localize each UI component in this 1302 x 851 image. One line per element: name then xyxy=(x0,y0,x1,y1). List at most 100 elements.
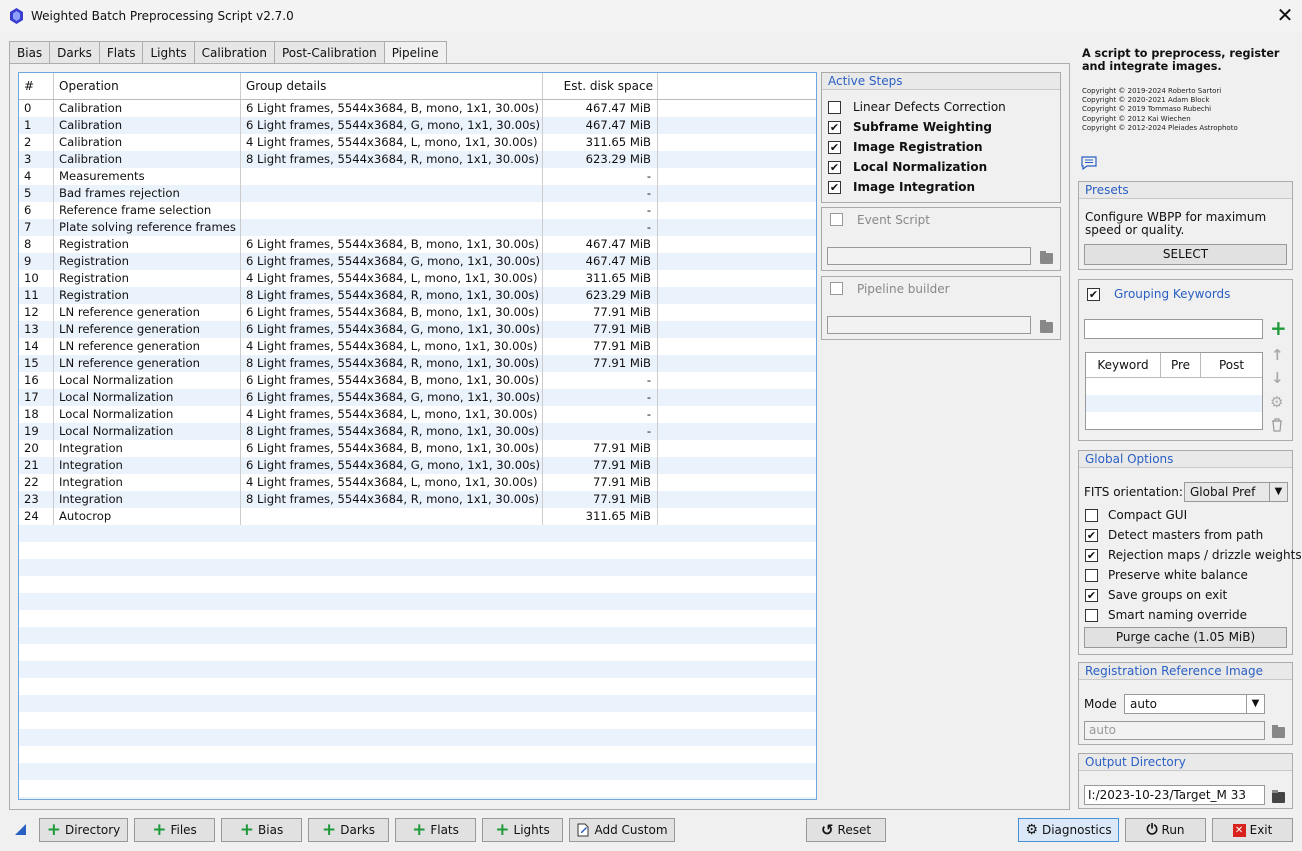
purge-cache-button[interactable]: Purge cache (1.05 MiB) xyxy=(1084,627,1287,648)
step-checkbox[interactable] xyxy=(828,160,841,174)
option-rejection-maps-drizzle-weights[interactable]: Rejection maps / drizzle weights xyxy=(1085,545,1302,565)
pre-col-header[interactable]: Pre xyxy=(1161,353,1201,377)
table-row[interactable]: 3 Calibration 8 Light frames, 5544x3684, R… xyxy=(19,151,816,168)
add-directory-button[interactable]: + Directory xyxy=(39,818,128,842)
run-button[interactable]: ⏻ Run xyxy=(1125,818,1206,842)
table-row[interactable]: 17 Local Normalization 6 Light frames, 554… xyxy=(19,389,816,406)
step-checkbox[interactable] xyxy=(828,120,841,134)
add-bias-button[interactable]: + Bias xyxy=(221,818,302,842)
option-checkbox[interactable] xyxy=(1085,608,1098,622)
comment-icon[interactable] xyxy=(1081,156,1097,173)
gear-icon[interactable]: ⚙ xyxy=(1270,393,1283,411)
option-checkbox[interactable] xyxy=(1085,568,1098,582)
arrow-down-icon[interactable]: ↓ xyxy=(1271,369,1284,387)
tab-flats[interactable]: Flats xyxy=(98,41,143,64)
option-checkbox[interactable] xyxy=(1085,508,1098,522)
empty-row xyxy=(19,627,816,644)
pipeline-table[interactable]: # Operation Group details Est. disk spac… xyxy=(18,72,817,800)
table-row[interactable]: 16 Local Normalization 6 Light frames, 554… xyxy=(19,372,816,389)
table-row[interactable]: 0 Calibration 6 Light frames, 5544x3684, B… xyxy=(19,100,816,117)
table-row[interactable]: 5 Bad frames rejection - xyxy=(19,185,816,202)
table-row[interactable]: 22 Integration 4 Light frames, 5544x3684, … xyxy=(19,474,816,491)
exit-button[interactable]: ✕ Exit xyxy=(1212,818,1293,842)
add-darks-button[interactable]: + Darks xyxy=(308,818,389,842)
step-checkbox[interactable] xyxy=(828,140,841,154)
close-icon[interactable]: ✕ xyxy=(1274,5,1296,27)
reset-button[interactable]: ↺ Reset xyxy=(806,818,886,842)
select-preset-button[interactable]: SELECT xyxy=(1084,244,1287,265)
reference-path-field[interactable]: auto xyxy=(1084,721,1265,740)
table-row[interactable]: 12 LN reference generation 6 Light frames,… xyxy=(19,304,816,321)
table-row[interactable]: 1 Calibration 6 Light frames, 5544x3684, G… xyxy=(19,117,816,134)
option-checkbox[interactable] xyxy=(1085,548,1098,562)
event-script-checkbox[interactable] xyxy=(830,213,843,226)
table-row[interactable]: 4 Measurements - xyxy=(19,168,816,185)
folder-icon[interactable] xyxy=(1272,790,1285,803)
resize-corner-icon[interactable] xyxy=(15,824,26,835)
option-preserve-white-balance[interactable]: Preserve white balance xyxy=(1085,565,1302,585)
active-step-linear-defects-correction[interactable]: Linear Defects Correction xyxy=(828,97,1060,117)
option-save-groups-on-exit[interactable]: Save groups on exit xyxy=(1085,585,1302,605)
table-row[interactable]: 15 LN reference generation 8 Light frames,… xyxy=(19,355,816,372)
tab-calibration[interactable]: Calibration xyxy=(193,41,274,64)
add-flats-button[interactable]: + Flats xyxy=(395,818,476,842)
trash-icon[interactable] xyxy=(1271,418,1283,435)
active-step-subframe-weighting[interactable]: Subframe Weighting xyxy=(828,117,1060,137)
table-row[interactable]: 9 Registration 6 Light frames, 5544x3684, … xyxy=(19,253,816,270)
table-row[interactable]: 23 Integration 8 Light frames, 5544x3684, … xyxy=(19,491,816,508)
folder-icon[interactable] xyxy=(1040,320,1053,333)
table-row[interactable]: 13 LN reference generation 6 Light frames,… xyxy=(19,321,816,338)
output-directory-field[interactable]: I:/2023-10-23/Target_M 33 xyxy=(1084,785,1265,805)
table-row[interactable]: 24 Autocrop 311.65 MiB xyxy=(19,508,816,525)
table-row[interactable]: 10 Registration 4 Light frames, 5544x3684,… xyxy=(19,270,816,287)
step-checkbox[interactable] xyxy=(828,100,841,114)
table-row[interactable]: 19 Local Normalization 8 Light frames, 554… xyxy=(19,423,816,440)
folder-icon[interactable] xyxy=(1040,251,1053,264)
col-operation-header[interactable]: Operation xyxy=(54,73,241,99)
add-files-button[interactable]: + Files xyxy=(134,818,215,842)
tab-pipeline[interactable]: Pipeline xyxy=(383,41,447,65)
post-col-header[interactable]: Post xyxy=(1201,353,1262,377)
keyword-input[interactable] xyxy=(1084,319,1263,339)
pipeline-builder-field[interactable] xyxy=(827,316,1031,334)
active-step-image-registration[interactable]: Image Registration xyxy=(828,137,1060,157)
col-index-header[interactable]: # xyxy=(19,73,54,99)
table-row[interactable]: 7 Plate solving reference frames - xyxy=(19,219,816,236)
active-step-image-integration[interactable]: Image Integration xyxy=(828,177,1060,197)
table-row[interactable]: 2 Calibration 4 Light frames, 5544x3684, L… xyxy=(19,134,816,151)
option-detect-masters-from-path[interactable]: Detect masters from path xyxy=(1085,525,1302,545)
tab-lights[interactable]: Lights xyxy=(142,41,194,64)
pipeline-builder-checkbox[interactable] xyxy=(830,282,843,295)
keyword-col-header[interactable]: Keyword xyxy=(1086,353,1161,377)
tab-darks[interactable]: Darks xyxy=(49,41,99,64)
diagnostics-button[interactable]: ⚙ Diagnostics xyxy=(1018,818,1119,842)
grouping-keywords-checkbox[interactable] xyxy=(1087,287,1100,301)
option-checkbox[interactable] xyxy=(1085,528,1098,542)
table-row[interactable]: 18 Local Normalization 4 Light frames, 554… xyxy=(19,406,816,423)
folder-icon[interactable] xyxy=(1272,725,1285,738)
tab-bias[interactable]: Bias xyxy=(9,41,50,64)
active-step-local-normalization[interactable]: Local Normalization xyxy=(828,157,1060,177)
option-smart-naming-override[interactable]: Smart naming override xyxy=(1085,605,1302,625)
add-custom-button[interactable]: Add Custom xyxy=(569,818,675,842)
tab-post-calibration[interactable]: Post-Calibration xyxy=(273,41,384,64)
add-lights-button[interactable]: + Lights xyxy=(482,818,563,842)
arrow-up-icon[interactable]: ↑ xyxy=(1271,346,1284,364)
col-group-header[interactable]: Group details xyxy=(241,73,543,99)
add-keyword-icon[interactable]: + xyxy=(1270,318,1287,338)
table-row[interactable]: 11 Registration 8 Light frames, 5544x3684,… xyxy=(19,287,816,304)
table-row[interactable]: 21 Integration 6 Light frames, 5544x3684, … xyxy=(19,457,816,474)
copyright-line: Copyright © 2019 Tommaso Rubechi xyxy=(1082,105,1212,114)
mode-select[interactable]: auto ▼ xyxy=(1124,694,1265,714)
table-row[interactable]: 20 Integration 6 Light frames, 5544x3684, … xyxy=(19,440,816,457)
step-checkbox[interactable] xyxy=(828,180,841,194)
col-disk-header[interactable]: Est. disk space xyxy=(543,73,658,99)
table-row[interactable]: 14 LN reference generation 4 Light frames,… xyxy=(19,338,816,355)
fits-orientation-select[interactable]: Global Pref ▼ xyxy=(1184,482,1288,502)
table-row[interactable]: 8 Registration 6 Light frames, 5544x3684, … xyxy=(19,236,816,253)
keyword-table[interactable]: Keyword Pre Post xyxy=(1085,352,1263,430)
event-script-field[interactable] xyxy=(827,247,1031,265)
option-checkbox[interactable] xyxy=(1085,588,1098,602)
option-compact-gui[interactable]: Compact GUI xyxy=(1085,505,1302,525)
table-row[interactable]: 6 Reference frame selection - xyxy=(19,202,816,219)
